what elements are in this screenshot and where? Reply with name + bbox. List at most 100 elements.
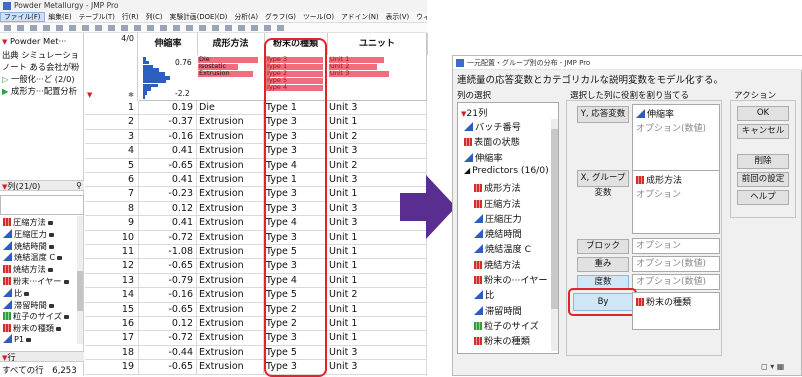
table-cell[interactable]: Unit 1 <box>327 259 427 274</box>
weight-role-box[interactable]: オプション(数値) <box>632 256 720 272</box>
dialog-column-item[interactable]: 粉末の種類 <box>474 333 530 347</box>
toolbar-icon[interactable] <box>160 25 167 31</box>
status-dropdown-icon[interactable]: ▾ <box>770 362 774 371</box>
column-list-item[interactable]: 粉末の種類 <box>3 322 61 334</box>
menu-item[interactable]: 編集(E) <box>45 13 75 21</box>
toolbar-icon[interactable] <box>121 25 128 31</box>
column-list-item[interactable]: 粉末···イヤー <box>3 275 69 287</box>
status-grid-icon[interactable]: ▦ <box>777 362 785 371</box>
table-cell[interactable]: Extrusion <box>197 187 264 202</box>
table-cell[interactable]: Extrusion <box>197 230 264 245</box>
menu-item[interactable]: 列(C) <box>143 13 167 21</box>
table-cell[interactable]: Unit 3 <box>327 101 427 116</box>
y-response-button[interactable]: Y, 応答変数 <box>577 106 629 123</box>
column-count-row[interactable]: ▼21列 <box>461 105 487 119</box>
menu-item[interactable]: ツール(O) <box>300 13 338 21</box>
y-role-box[interactable]: 伸縮率 オプション(数値) <box>632 104 720 174</box>
by-assigned-item[interactable]: 粉末の種類 <box>636 295 719 308</box>
table-cell[interactable]: -0.23 <box>139 187 197 202</box>
columns-scrollbar[interactable] <box>77 216 83 344</box>
dialog-column-item[interactable]: 比 <box>474 287 494 301</box>
table-cell[interactable]: Unit 2 <box>327 129 427 145</box>
columns-search-icon[interactable]: ⚲ <box>76 181 82 191</box>
table-cell[interactable]: -0.16 <box>139 129 197 145</box>
column-list-item[interactable]: 圧縮方法 <box>3 216 53 228</box>
toolbar-icon[interactable] <box>173 25 180 31</box>
toolbar-icon[interactable] <box>199 25 206 31</box>
rows-panel-header[interactable]: ▼行 <box>0 351 84 362</box>
dialog-column-item[interactable]: 焼結時間 <box>474 226 522 240</box>
toolbar-icon[interactable] <box>4 25 11 31</box>
toolbar-icon[interactable] <box>186 25 193 31</box>
table-cell[interactable]: 0.12 <box>139 317 197 332</box>
red-triangle-icon[interactable]: ▼ <box>87 91 92 99</box>
table-cell[interactable]: Unit 3 <box>327 144 427 159</box>
column-list-item[interactable]: 焼結温度 C <box>3 251 63 263</box>
toolbar-icon[interactable] <box>69 25 76 31</box>
table-name-row[interactable]: ▼ Powder Met··· <box>2 36 66 46</box>
table-cell[interactable]: Extrusion <box>197 129 264 145</box>
cancel-button[interactable]: キャンセル <box>737 124 789 139</box>
block-role-box[interactable]: オプション <box>632 238 720 254</box>
x-role-box[interactable]: 成形方法 オプション <box>632 170 720 234</box>
red-triangle-icon[interactable]: ▼ <box>2 38 7 46</box>
table-cell[interactable]: Extrusion <box>197 288 264 303</box>
dialog-column-item[interactable]: バッチ番号 <box>464 119 521 133</box>
dialog-column-item[interactable]: 粉末の···イヤー <box>474 272 548 286</box>
row-number[interactable]: 15 <box>85 302 139 317</box>
table-cell[interactable]: -0.65 <box>139 259 197 274</box>
menu-item[interactable]: 表示(V) <box>383 13 414 21</box>
block-button[interactable]: ブロック <box>577 239 629 254</box>
row-number[interactable]: 12 <box>85 259 139 274</box>
dialog-column-item[interactable]: 焼結方法 <box>474 257 521 271</box>
table-cell[interactable]: Extrusion <box>197 144 264 159</box>
row-number[interactable]: 7 <box>85 187 139 202</box>
dialog-column-item[interactable]: 粒子のサイズ <box>474 318 539 332</box>
toolbar-icon[interactable] <box>134 25 141 31</box>
menu-item[interactable]: 分析(A) <box>231 13 262 21</box>
table-cell[interactable]: Extrusion <box>197 216 264 231</box>
toolbar-icon[interactable] <box>108 25 115 31</box>
recall-button[interactable]: 前回の設定 <box>737 172 789 187</box>
table-cell[interactable]: -0.65 <box>139 360 197 375</box>
table-cell[interactable]: 0.19 <box>139 101 197 116</box>
dialog-column-item[interactable]: 圧縮圧力 <box>474 211 522 225</box>
table-cell[interactable]: 0.41 <box>139 216 197 231</box>
toolbar-icon[interactable] <box>30 25 37 31</box>
menu-item[interactable]: 行(R) <box>119 13 143 21</box>
table-cell[interactable]: Extrusion <box>197 331 264 346</box>
toolbar-icon[interactable] <box>95 25 102 31</box>
row-number[interactable]: 13 <box>85 273 139 289</box>
row-number[interactable]: 14 <box>85 288 139 303</box>
table-cell[interactable]: Unit 1 <box>327 245 427 260</box>
ok-button[interactable]: OK <box>737 106 789 121</box>
column-header[interactable]: ユニット <box>327 33 428 55</box>
toolbar-icon[interactable] <box>238 25 245 31</box>
table-cell[interactable]: Extrusion <box>197 173 264 188</box>
script-generalized[interactable]: ▷ 一般化···ど (2/0) <box>2 73 75 85</box>
table-cell[interactable]: -0.16 <box>139 288 197 303</box>
table-cell[interactable]: 0.41 <box>139 144 197 159</box>
row-number[interactable]: 11 <box>85 245 139 260</box>
row-number[interactable]: 6 <box>85 173 139 188</box>
row-number[interactable]: 4 <box>85 144 139 159</box>
dialog-column-item[interactable]: 伸縮率 <box>464 150 503 164</box>
dialog-column-item[interactable]: 表面の状態 <box>464 134 520 148</box>
menu-item[interactable]: アドイン(N) <box>338 13 383 21</box>
table-cell[interactable]: Unit 1 <box>327 331 427 346</box>
table-cell[interactable]: -0.65 <box>139 158 197 173</box>
table-cell[interactable]: Extrusion <box>197 245 264 260</box>
row-number[interactable]: 17 <box>85 331 139 346</box>
dialog-column-item[interactable]: 滞留時間 <box>474 303 522 317</box>
table-cell[interactable]: -0.44 <box>139 345 197 361</box>
table-cell[interactable]: -0.79 <box>139 273 197 289</box>
by-role-box[interactable]: 粉末の種類 <box>632 292 720 330</box>
table-cell[interactable]: -0.37 <box>139 115 197 130</box>
x-group-button[interactable]: X, グループ変数 <box>577 170 629 198</box>
row-number[interactable]: 8 <box>85 201 139 217</box>
frequency-role-box[interactable]: オプション(数値) <box>632 274 720 290</box>
note-label[interactable]: ノート ある会社が粉 <box>2 61 79 73</box>
row-number[interactable]: 5 <box>85 158 139 173</box>
toolbar-icon[interactable] <box>17 25 24 31</box>
row-col-corner[interactable]: 4/0 ▼ ✱ <box>85 33 138 101</box>
